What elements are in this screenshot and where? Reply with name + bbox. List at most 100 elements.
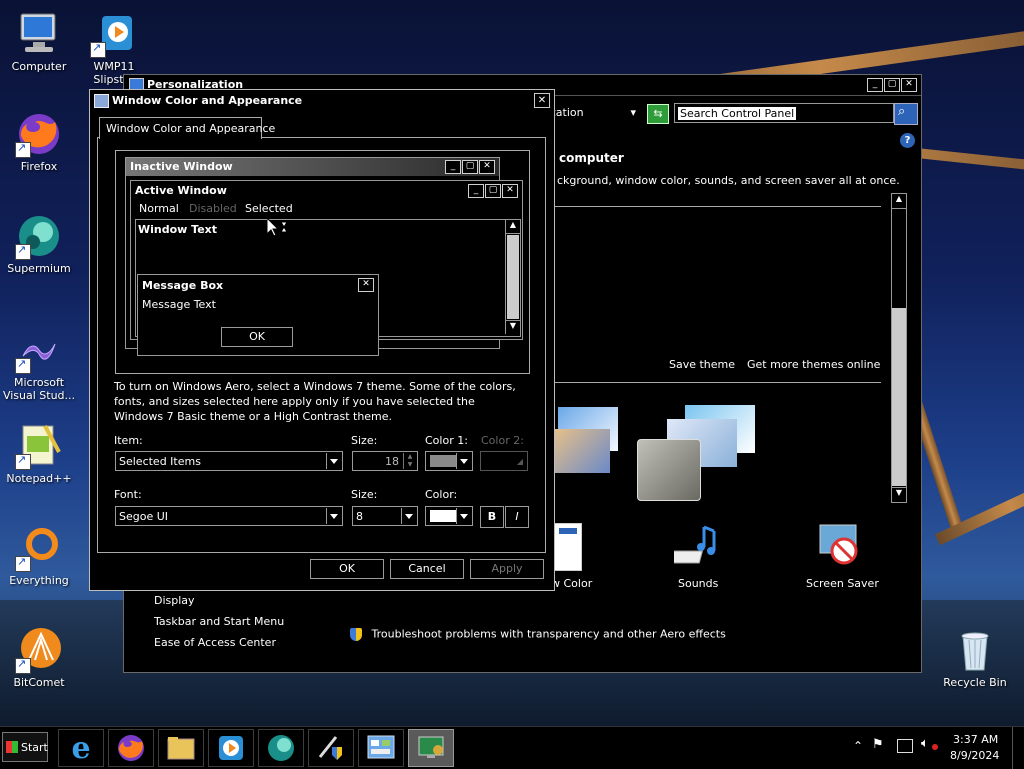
item-size-stepper[interactable]: 18 ▲ ▼ [352, 451, 418, 471]
taskbar-ie-button[interactable]: e [58, 729, 104, 767]
scroll-down-icon: ▼ [506, 320, 520, 334]
show-desktop-button[interactable] [1012, 727, 1024, 769]
close-button[interactable]: ✕ [901, 78, 917, 92]
see-also-ease-of-access-link[interactable]: Ease of Access Center [154, 636, 276, 649]
desktop-icon-label: Firefox [20, 160, 58, 173]
desktop-icon-supermium[interactable]: Supermium [1, 212, 77, 275]
taskbar-supermium-button[interactable] [258, 729, 304, 767]
clock-time[interactable]: 3:37 AM [953, 733, 998, 746]
desktop-icon-bitcomet[interactable]: BitComet [1, 626, 77, 689]
themes-scrollbar[interactable]: ▲ ▼ [891, 193, 907, 503]
desktop-icon-computer[interactable]: Computer [1, 10, 77, 73]
font-select[interactable]: Segoe UI [115, 506, 343, 526]
chevron-down-icon[interactable]: ▾ [630, 106, 636, 119]
desktop-icon-label: Notepad++ [6, 472, 72, 485]
get-more-themes-link[interactable]: Get more themes online [747, 358, 880, 371]
taskbar-media-player-button[interactable] [208, 729, 254, 767]
troubleshoot-link[interactable]: Troubleshoot problems with transparency … [350, 627, 726, 641]
font-size-select[interactable]: 8 [352, 506, 418, 526]
address-bar[interactable]: zation ▾ [544, 103, 640, 123]
chevron-down-icon[interactable] [456, 508, 471, 524]
dialog-close-button[interactable]: ✕ [534, 93, 550, 108]
see-also-taskbar-link[interactable]: Taskbar and Start Menu [154, 615, 284, 628]
taskbar-security-button[interactable] [308, 729, 354, 767]
shield-icon [350, 627, 362, 641]
stepper-arrows-icon[interactable]: ▲ ▼ [403, 453, 416, 469]
search-input[interactable]: Search Control Panel [674, 103, 894, 123]
preview-ok-button[interactable]: OK [221, 327, 293, 347]
desktop-icon-recycle-bin[interactable]: Recycle Bin [937, 626, 1013, 689]
sounds-item[interactable]: Sounds [664, 523, 729, 603]
start-button[interactable]: Start [2, 732, 48, 762]
ok-button[interactable]: OK [310, 559, 384, 579]
preview-menu-selected[interactable]: Selected [245, 202, 293, 215]
color1-swatch [430, 455, 456, 467]
firefox-icon [118, 735, 144, 761]
search-placeholder: Search Control Panel [678, 107, 797, 120]
preview-message-box[interactable]: Message Box ✕ Message Text OK [137, 274, 379, 356]
taskbar-firefox-button[interactable] [108, 729, 154, 767]
font-label: Font: [114, 488, 142, 501]
bold-button[interactable]: B [480, 506, 504, 528]
tab-window-color-and-appearance[interactable]: Window Color and Appearance [99, 117, 275, 139]
cancel-button[interactable]: Cancel [390, 559, 464, 579]
action-center-flag-icon[interactable]: ⚑ [872, 737, 884, 752]
maximize-button[interactable]: ▢ [884, 78, 900, 92]
chevron-down-icon[interactable] [401, 508, 416, 524]
screen-saver-item[interactable]: Screen Saver [804, 523, 884, 603]
scroll-thumb[interactable] [892, 308, 906, 486]
apply-button[interactable]: Apply [470, 559, 544, 579]
search-button[interactable]: ⌕ [894, 103, 918, 125]
theme-thumbnail-selected[interactable] [637, 405, 757, 501]
preview-menu-disabled[interactable]: Disabled [189, 202, 237, 215]
start-label: Start [21, 741, 48, 754]
taskbar-explorer-button[interactable] [158, 729, 204, 767]
font-color-picker[interactable] [425, 506, 473, 526]
save-theme-link[interactable]: Save theme [669, 358, 735, 371]
color2-picker[interactable]: ◢ [480, 451, 528, 471]
divider [554, 382, 881, 383]
dialog-title: Window Color and Appearance [112, 94, 303, 107]
desktop-icon-visual-studio[interactable]: Microsoft Visual Stud... [1, 326, 77, 402]
chevron-down-icon[interactable] [326, 453, 341, 469]
minimize-button[interactable]: _ [867, 78, 883, 92]
italic-button[interactable]: I [505, 506, 529, 528]
desktop-icon-notepadpp[interactable]: Notepad++ [1, 422, 77, 485]
font-color-label: Color: [425, 488, 458, 501]
taskbar-personalization-button[interactable] [408, 729, 454, 767]
supermium-icon [15, 212, 63, 260]
scroll-up-button[interactable]: ▲ [892, 194, 906, 209]
preview-menu-normal[interactable]: Normal [139, 202, 179, 215]
taskbar-control-panel-button[interactable] [358, 729, 404, 767]
bold-label: B [487, 510, 497, 523]
dialog-titlebar[interactable]: Window Color and Appearance ✕ [90, 90, 554, 111]
clock-date[interactable]: 8/9/2024 [950, 749, 999, 762]
preview-window-text: Window Text [138, 223, 218, 236]
preview-active-title: Active Window [135, 184, 227, 197]
address-text: zation [550, 106, 584, 119]
scroll-down-button[interactable]: ▼ [892, 487, 906, 502]
see-also-display-link[interactable]: Display [154, 594, 195, 607]
shortcut-arrow-icon [15, 357, 31, 374]
apply-label: Apply [491, 562, 523, 575]
network-icon[interactable] [897, 739, 913, 753]
desktop-icon-firefox[interactable]: Firefox [1, 110, 77, 173]
theme-thumbnail[interactable] [554, 407, 620, 499]
window-color-item[interactable]: w Color [551, 523, 604, 603]
font-size-value: 8 [356, 510, 363, 523]
color1-picker[interactable] [425, 451, 473, 471]
show-hidden-icons-button[interactable]: ⌃ [853, 739, 863, 753]
desktop-icon-everything[interactable]: Everything [1, 524, 77, 587]
page-description: ckground, window color, sounds, and scre… [557, 174, 900, 187]
chevron-down-icon[interactable] [456, 453, 471, 469]
chevron-down-icon[interactable] [326, 508, 341, 524]
recycle-bin-icon [951, 626, 999, 674]
refresh-button[interactable]: ⇆ [647, 104, 669, 124]
volume-muted-icon[interactable]: 🔈︎ [921, 736, 929, 751]
shield-wand-icon [318, 736, 342, 760]
help-button[interactable]: ? [900, 133, 915, 148]
preview-scrollbar: ▲ ▼ [505, 220, 520, 334]
window-color-label: w Color [551, 577, 593, 590]
item-select[interactable]: Selected Items [115, 451, 343, 471]
desktop-icon-label: BitComet [13, 676, 65, 689]
